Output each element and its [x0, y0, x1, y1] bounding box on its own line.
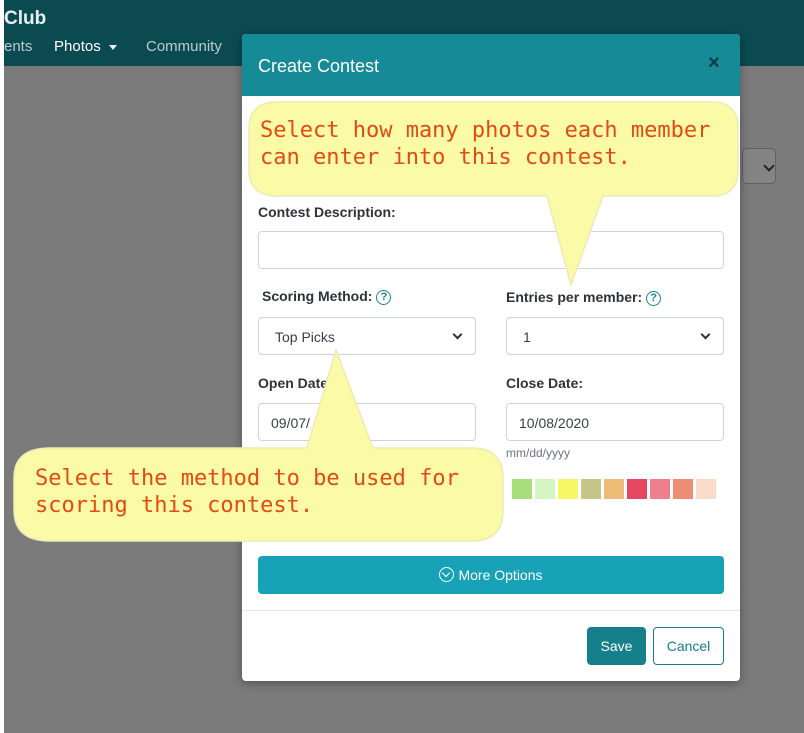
contest-description-input[interactable] [258, 231, 724, 269]
chevron-down-icon [452, 329, 463, 340]
chevron-down-icon [700, 329, 711, 340]
entries-callout-line2: can enter into this contest. [260, 145, 631, 170]
modal-title: Create Contest [258, 56, 380, 76]
chevron-down-icon [763, 160, 775, 172]
entries-per-member-value: 1 [523, 329, 531, 345]
nav-item-community[interactable]: Community [146, 38, 222, 55]
color-swatch[interactable] [512, 479, 532, 499]
close-icon[interactable]: × [708, 52, 720, 75]
caret-down-icon [108, 44, 117, 50]
cancel-button[interactable]: Cancel [653, 627, 724, 665]
nav-item-photos-label: Photos [54, 38, 101, 55]
color-swatch[interactable] [558, 479, 578, 499]
entries-callout-line1: Select how many photos each member [260, 118, 711, 143]
color-swatch[interactable] [581, 479, 601, 499]
close-date-label: Close Date: [506, 375, 584, 391]
more-options-button[interactable]: More Options [258, 556, 724, 594]
modal-header: Create Contest × [242, 34, 740, 96]
scoring-method-label: Scoring Method:? [262, 288, 392, 305]
help-icon[interactable]: ? [646, 291, 662, 306]
nav-item-events[interactable]: ents [4, 38, 32, 55]
entries-per-member-label: Entries per member:? [506, 289, 662, 306]
brand-title[interactable]: Club [4, 8, 46, 30]
scoring-method-select[interactable]: Top Picks [258, 317, 476, 355]
more-options-label: More Options [458, 567, 543, 583]
scoring-callout-line1: Select the method to be used for [35, 466, 459, 491]
open-date-input[interactable]: 09/07/ [258, 403, 476, 441]
scoring-callout-text: Select the method to be used for scoring… [35, 465, 459, 519]
background-select [742, 148, 776, 184]
entries-callout-text: Select how many photos each member can e… [260, 117, 710, 171]
close-date-input[interactable]: 10/08/2020 [506, 403, 724, 441]
color-swatch[interactable] [650, 479, 670, 499]
nav-item-photos[interactable]: Photos [54, 38, 117, 55]
color-swatch[interactable] [627, 479, 647, 499]
entries-per-member-select[interactable]: 1 [506, 317, 724, 355]
close-date-hint: mm/dd/yyyy [506, 446, 571, 460]
scoring-callout-line2: scoring this contest. [35, 493, 314, 518]
color-swatch[interactable] [673, 479, 693, 499]
help-icon[interactable]: ? [376, 290, 392, 305]
contest-description-label: Contest Description: [258, 204, 396, 220]
color-swatch[interactable] [604, 479, 624, 499]
entries-per-member-label-text: Entries per member: [506, 289, 643, 305]
color-swatch[interactable] [535, 479, 555, 499]
scoring-method-value: Top Picks [275, 329, 335, 345]
footer-divider [242, 610, 740, 611]
chevron-circle-down-icon [439, 567, 455, 582]
scoring-method-label-text: Scoring Method: [262, 288, 373, 304]
save-button[interactable]: Save [587, 627, 646, 665]
open-date-label: Open Date [258, 375, 329, 391]
color-swatch[interactable] [696, 479, 716, 499]
